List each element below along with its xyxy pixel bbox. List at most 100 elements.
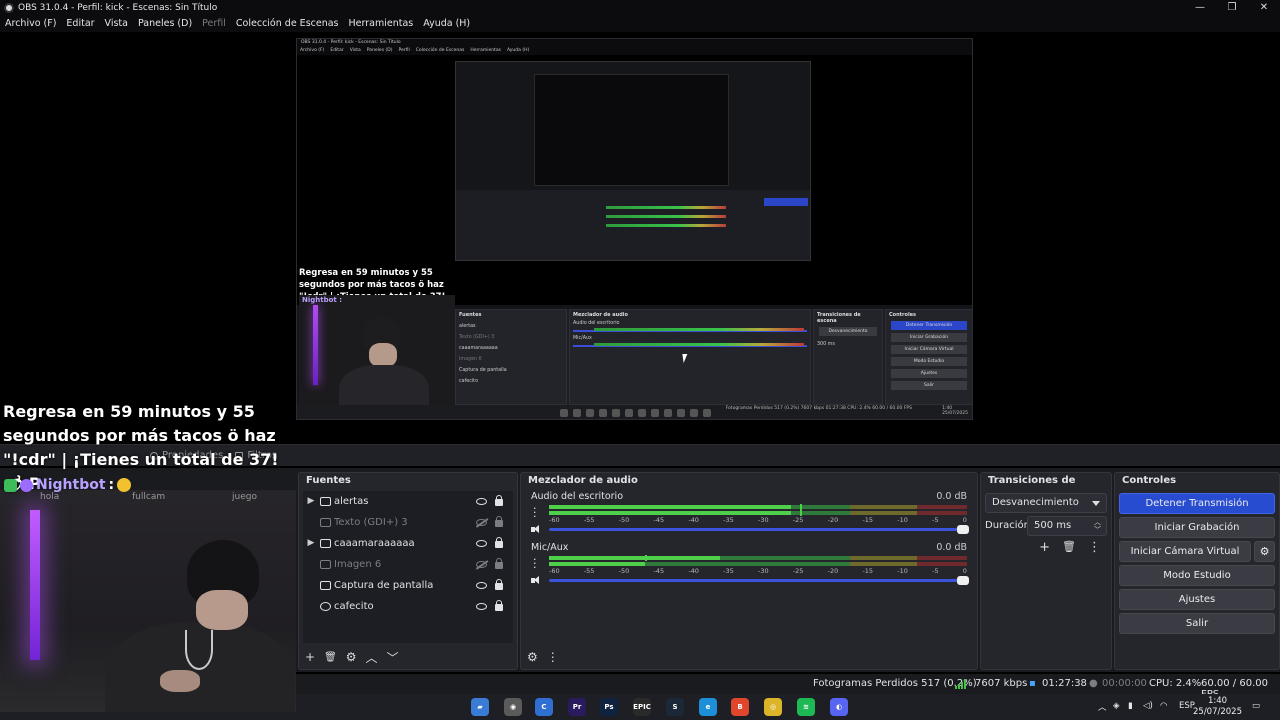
nested-webcam: Nightbot : <box>299 295 455 419</box>
notification-icon[interactable]: ▭ <box>1252 701 1260 711</box>
volume-slider-knob[interactable] <box>957 525 969 534</box>
visibility-eye-icon[interactable] <box>476 539 487 547</box>
source-item[interactable]: Texto (GDI+) 3 <box>305 512 511 532</box>
record-time: 00:00:00 <box>1102 678 1147 689</box>
tray-network-icon[interactable]: ▮ <box>1128 701 1133 711</box>
nested-menu-item: Archivo (F) <box>300 48 325 53</box>
discord-app-icon[interactable]: ◐ <box>830 698 848 716</box>
menu-coleccion-escenas[interactable]: Colección de Escenas <box>236 18 339 29</box>
volume-slider[interactable] <box>549 525 969 534</box>
start-recording-button[interactable]: Iniciar Grabación <box>1119 517 1275 538</box>
menu-editar[interactable]: Editar <box>66 18 94 29</box>
mixer-menu-icon[interactable]: ⋮ <box>547 650 559 664</box>
photoshop-app-icon[interactable]: Ps <box>600 698 618 716</box>
track-menu-icon[interactable]: · · · <box>533 554 537 573</box>
source-item[interactable]: Imagen 6 <box>305 554 511 574</box>
tray-app-icon[interactable]: ◈ <box>1113 701 1120 711</box>
maximize-button[interactable]: ❐ <box>1216 0 1248 15</box>
expand-chevron-icon[interactable]: ▶ <box>305 496 317 506</box>
tray-volume-icon[interactable]: ◁) <box>1143 701 1153 711</box>
lock-icon[interactable] <box>495 537 503 548</box>
source-item[interactable]: Captura de pantalla <box>305 575 511 595</box>
sources-toolbar: + 🗑 ⚙ ︿ ﹀ <box>305 648 399 666</box>
speaker-icon[interactable] <box>531 525 541 534</box>
meter-tick-label: -30 <box>757 567 769 575</box>
add-source-button[interactable]: + <box>305 650 315 664</box>
menu-perfil[interactable]: Perfil <box>202 18 226 29</box>
source-item[interactable]: ▶ caaamaraaaaaa <box>305 533 511 553</box>
nested-inner-capture <box>455 61 811 261</box>
source-item[interactable]: ▶ alertas <box>305 491 511 511</box>
visibility-eye-icon[interactable] <box>476 581 487 589</box>
add-transition-button[interactable]: + <box>1039 540 1050 555</box>
move-up-button[interactable]: ︿ <box>366 649 378 666</box>
premiere-app-icon[interactable]: Pr <box>568 698 586 716</box>
settings-button[interactable]: Ajustes <box>1119 589 1275 610</box>
brave-app-icon[interactable]: B <box>731 698 749 716</box>
nested-title: OBS 31.0.4 - Perfil: kick - Escenas: Sin… <box>297 39 972 47</box>
steam-app-icon[interactable]: S <box>666 698 684 716</box>
remove-transition-button[interactable]: 🗑 <box>1062 540 1076 555</box>
nested-source: Texto (GDI+) 3 <box>459 335 495 340</box>
stop-streaming-button[interactable]: Detener Transmisión <box>1119 493 1275 514</box>
nested-duration: 300 ms <box>817 342 835 347</box>
menu-archivo[interactable]: Archivo (F) <box>5 18 56 29</box>
epic-games-app-icon[interactable]: EPIC <box>633 698 651 716</box>
meter-tick-label: -5 <box>932 516 939 524</box>
spotify-app-icon[interactable]: ≋ <box>797 698 815 716</box>
lock-icon[interactable] <box>495 495 503 506</box>
duration-label: Duración <box>985 520 1031 531</box>
source-name: Imagen 6 <box>334 558 382 570</box>
meter-tick-label: -10 <box>897 516 908 524</box>
lock-icon[interactable] <box>495 558 503 569</box>
start-virtual-camera-button[interactable]: Iniciar Cámara Virtual <box>1119 541 1251 562</box>
expand-chevron-icon[interactable]: ▶ <box>305 538 317 548</box>
transition-select[interactable]: Desvanecimiento <box>985 493 1107 513</box>
visibility-eye-icon[interactable] <box>476 497 487 505</box>
edge-app-icon[interactable]: e <box>699 698 717 716</box>
close-button[interactable]: ✕ <box>1248 0 1280 15</box>
spin-up-icon[interactable]: ︿ <box>1094 519 1101 526</box>
source-properties-button[interactable]: ⚙ <box>346 650 357 664</box>
menu-paneles[interactable]: Paneles (D) <box>138 18 192 29</box>
menu-ayuda[interactable]: Ayuda (H) <box>423 18 470 29</box>
nested-status: Fotogramas Perdidos 517 (0.2%) 7607 kbps… <box>725 406 912 411</box>
minimize-button[interactable]: — <box>1184 0 1216 15</box>
visibility-eye-hidden-icon[interactable] <box>476 560 487 568</box>
visibility-eye-hidden-icon[interactable] <box>476 518 487 526</box>
spin-down-icon[interactable]: ﹀ <box>1094 527 1101 534</box>
duration-input[interactable]: 500 ms ︿ ﹀ <box>1027 516 1107 536</box>
studio-mode-button[interactable]: Modo Estudio <box>1119 565 1275 586</box>
lock-icon[interactable] <box>495 516 503 527</box>
nested-menu-item: Vista <box>349 48 361 53</box>
nested-dock-title: Fuentes <box>459 312 482 318</box>
tray-wifi-icon[interactable]: ◠ <box>1160 701 1167 711</box>
source-item[interactable]: cafecito <box>305 596 511 616</box>
clock-date: 25/07/2025 <box>1193 707 1242 717</box>
nested-meter <box>594 328 804 331</box>
virtual-camera-settings-gear-icon[interactable]: ⚙ <box>1254 541 1275 562</box>
exit-button[interactable]: Salir <box>1119 613 1275 634</box>
lock-icon[interactable] <box>495 600 503 611</box>
tray-overflow-icon[interactable]: ︿ <box>1098 701 1107 713</box>
meter-tick-label: -55 <box>583 516 595 524</box>
remove-source-button[interactable]: 🗑 <box>324 652 337 663</box>
obs-app-icon[interactable]: ◉ <box>504 698 522 716</box>
ccleaner-app-icon[interactable]: C <box>535 698 553 716</box>
transition-menu-button[interactable]: ⋮ <box>1088 540 1101 555</box>
menu-vista[interactable]: Vista <box>105 18 128 29</box>
files-app-icon[interactable]: ▰ <box>471 698 489 716</box>
visibility-eye-icon[interactable] <box>476 602 487 610</box>
volume-slider-knob[interactable] <box>957 576 969 585</box>
meter-tick-label: -25 <box>792 516 804 524</box>
move-down-button[interactable]: ﹀ <box>387 649 399 666</box>
advanced-audio-gear-icon[interactable]: ⚙ <box>527 650 538 664</box>
chrome-app-icon[interactable]: ◎ <box>764 698 782 716</box>
nested-control-button: Iniciar Grabación <box>891 333 967 342</box>
speaker-icon[interactable] <box>531 576 541 585</box>
menu-herramientas[interactable]: Herramientas <box>349 18 414 29</box>
lock-icon[interactable] <box>495 579 503 590</box>
volume-slider[interactable] <box>549 576 969 585</box>
track-menu-icon[interactable]: · · · <box>533 503 537 522</box>
taskbar-clock[interactable]: 1:40 25/07/2025 <box>1193 696 1242 718</box>
